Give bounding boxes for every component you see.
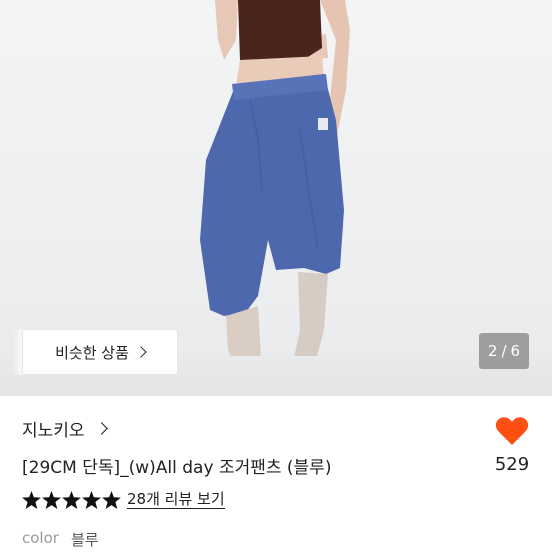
star-icon [22, 490, 41, 509]
option-row: color 블루 [22, 529, 99, 550]
star-icon [42, 490, 61, 509]
rating-row: 28개 리뷰 보기 [22, 490, 225, 509]
similar-products-button[interactable]: 비슷한 상품 [22, 329, 178, 375]
similar-products-label: 비슷한 상품 [55, 343, 129, 362]
brand-name: 지노키오 [22, 421, 85, 441]
product-image[interactable]: 비슷한 상품 2 / 6 [0, 0, 552, 396]
star-icon [62, 490, 81, 509]
product-info: 지노키오 [29CM 단독]_(w)All day 조거팬츠 (블루) 529 … [0, 396, 552, 552]
star-icon [82, 490, 101, 509]
like-count: 529 [494, 454, 530, 475]
pager-separator: / [501, 342, 507, 360]
brand-link[interactable]: 지노키오 [22, 416, 108, 441]
like-button[interactable]: 529 [489, 416, 535, 475]
pager-current: 2 [487, 342, 498, 360]
chevron-right-icon [94, 422, 108, 435]
product-title: [29CM 단독]_(w)All day 조거팬츠 (블루) [22, 458, 332, 478]
reviews-link[interactable]: 28개 리뷰 보기 [127, 490, 225, 509]
star-rating [22, 490, 121, 509]
pager-total: 6 [510, 342, 521, 360]
star-icon [102, 490, 121, 509]
image-pager: 2 / 6 [479, 333, 529, 369]
chevron-right-icon [135, 346, 147, 358]
option-label: color [22, 529, 59, 547]
option-value: 블루 [70, 531, 99, 549]
heart-icon [495, 417, 529, 445]
